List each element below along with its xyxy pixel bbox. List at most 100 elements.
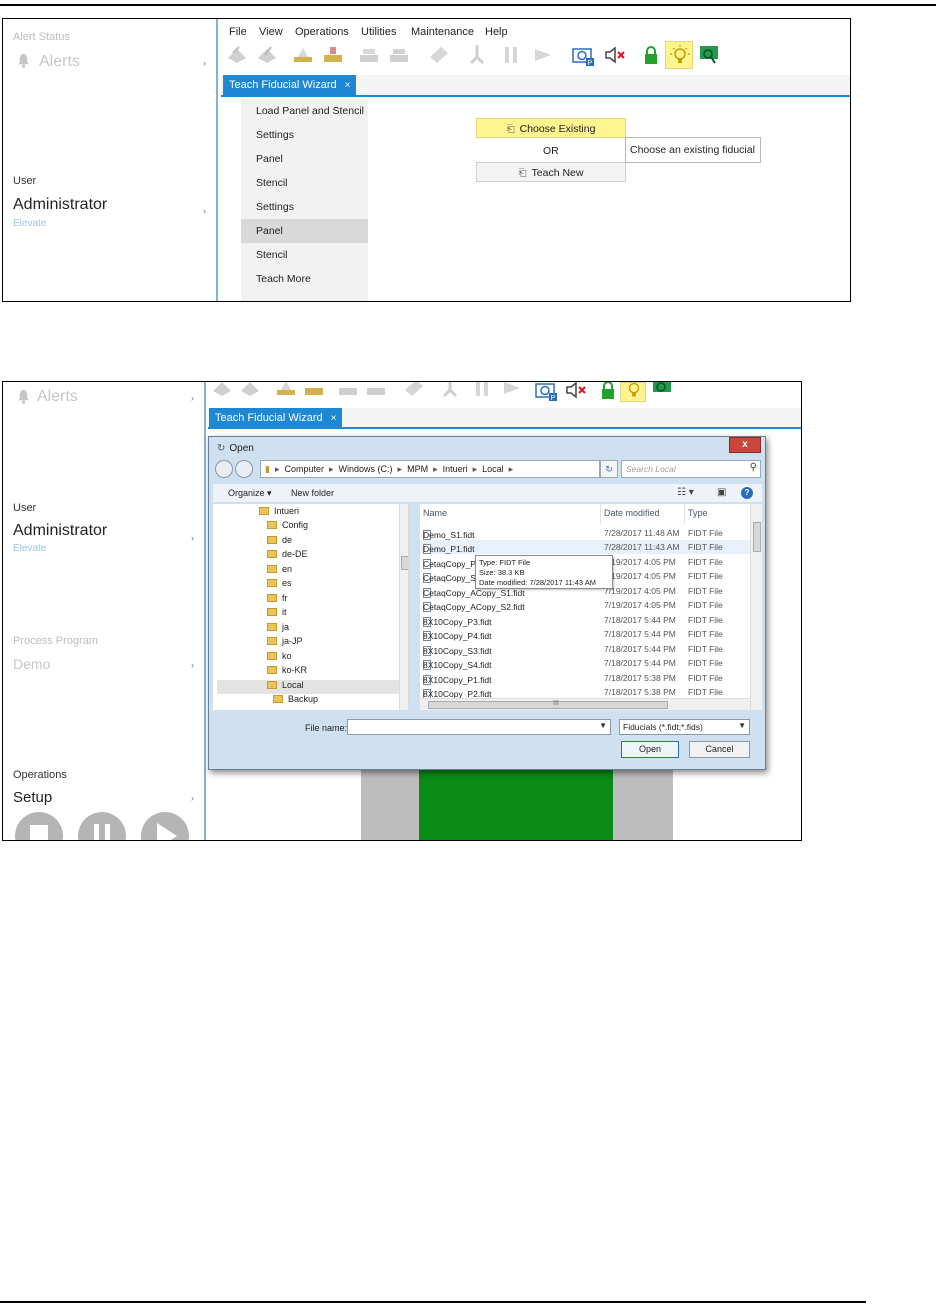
paste-icon[interactable] bbox=[427, 43, 451, 67]
file-row[interactable]: CetaqCopy_ACopy_S2.fidt 7/19/2017 4:05 PM… bbox=[420, 598, 750, 612]
open-button[interactable]: Open bbox=[621, 741, 679, 758]
new-folder-button[interactable]: New folder bbox=[291, 488, 334, 498]
tree-scrollbar[interactable] bbox=[399, 504, 408, 710]
preview-pane-icon[interactable]: ▣ bbox=[717, 487, 726, 498]
file-list-vertical-scrollbar[interactable] bbox=[750, 504, 762, 710]
menu-help[interactable]: Help bbox=[485, 26, 508, 38]
unload-board-icon[interactable] bbox=[238, 381, 262, 400]
organize-button[interactable]: Organize ▾ bbox=[228, 488, 272, 499]
path-segment[interactable]: MPM bbox=[407, 464, 428, 474]
search-input[interactable]: Search Local ⚲ bbox=[621, 460, 761, 478]
paste-icon[interactable] bbox=[402, 381, 426, 400]
dispense-icon[interactable] bbox=[465, 43, 489, 67]
tree-item[interactable]: it bbox=[267, 607, 287, 621]
lock-icon[interactable] bbox=[596, 381, 620, 402]
forward-arrow-icon[interactable] bbox=[235, 460, 253, 478]
file-row[interactable]: 8X10Copy_P3.fidt 7/18/2017 5:44 PM FIDT Fi… bbox=[420, 613, 750, 627]
view-options-icon[interactable]: ☷ ▾ bbox=[677, 487, 694, 498]
tree-item[interactable]: Config bbox=[267, 520, 308, 534]
path-segment[interactable]: Computer bbox=[284, 464, 324, 474]
wizard-step-selected[interactable]: Panel bbox=[241, 219, 368, 243]
file-row[interactable]: 8X10Copy_P1.fidt 7/18/2017 5:38 PM FIDT Fi… bbox=[420, 671, 750, 685]
chevron-down-icon[interactable]: ▼ bbox=[738, 721, 746, 730]
column-type[interactable]: Type bbox=[688, 508, 708, 522]
alerts-label[interactable]: Alerts bbox=[39, 53, 80, 71]
column-name[interactable]: Name bbox=[423, 508, 447, 522]
address-bar[interactable]: ▮ ▸ Computer ▸ Windows (C:) ▸ MPM ▸ Intueri ▸ Loca… bbox=[260, 460, 647, 478]
pause-icon[interactable] bbox=[78, 812, 126, 840]
path-segment[interactable]: Local bbox=[482, 464, 504, 474]
scroll-thumb[interactable] bbox=[401, 556, 408, 570]
file-row[interactable]: 8X10Copy_P2.fidt 7/18/2017 5:38 PM FIDT Fi… bbox=[420, 685, 750, 699]
file-list-horizontal-scrollbar[interactable]: III bbox=[420, 698, 750, 710]
menu-maintenance[interactable]: Maintenance bbox=[411, 26, 474, 38]
menu-file[interactable]: File bbox=[229, 26, 247, 38]
light-toggle[interactable] bbox=[665, 41, 693, 69]
stop-icon[interactable] bbox=[15, 812, 63, 840]
nozzle-icon[interactable] bbox=[500, 381, 524, 400]
file-row-hovered[interactable]: Demo_P1.fidt 7/28/2017 11:43 AM FIDT File bbox=[420, 540, 750, 554]
print-board-icon[interactable] bbox=[291, 43, 315, 67]
unload-board-icon[interactable] bbox=[255, 43, 279, 67]
tree-item[interactable]: ja-JP bbox=[267, 636, 303, 650]
wizard-step[interactable]: Stencil bbox=[241, 243, 368, 267]
tree-item[interactable]: ja bbox=[267, 622, 289, 636]
tab-teach-fiducial-wizard[interactable]: Teach Fiducial Wizard × bbox=[209, 408, 343, 429]
load-board-icon[interactable] bbox=[225, 43, 249, 67]
tab-teach-fiducial-wizard[interactable]: Teach Fiducial Wizard × bbox=[223, 75, 357, 97]
file-row[interactable]: 8X10Copy_S3.fidt 7/18/2017 5:44 PM FIDT Fi… bbox=[420, 642, 750, 656]
tooling-icon[interactable] bbox=[499, 43, 523, 67]
menu-view[interactable]: View bbox=[259, 26, 283, 38]
clean-icon[interactable] bbox=[387, 43, 411, 67]
file-row[interactable]: 8X10Copy_P4.fidt 7/18/2017 5:44 PM FIDT Fi… bbox=[420, 627, 750, 641]
refresh-icon[interactable]: ↻ bbox=[600, 460, 618, 478]
dispense-icon[interactable] bbox=[438, 381, 462, 400]
squeegee-icon[interactable] bbox=[336, 381, 360, 400]
file-type-filter[interactable]: Fiducials (*.fidt;*.fids) ▼ bbox=[619, 719, 750, 735]
file-name-input[interactable]: ▼ bbox=[347, 719, 611, 735]
clean-icon[interactable] bbox=[364, 381, 388, 400]
back-arrow-icon[interactable] bbox=[215, 460, 233, 478]
wizard-step[interactable]: Teach More bbox=[241, 267, 368, 291]
camera-icon[interactable]: P bbox=[571, 43, 595, 67]
path-segment[interactable]: Windows (C:) bbox=[339, 464, 393, 474]
stencil-icon[interactable] bbox=[302, 381, 326, 400]
chevron-down-icon[interactable]: ▼ bbox=[599, 721, 607, 730]
help-icon[interactable]: ? bbox=[741, 487, 753, 499]
light-toggle[interactable] bbox=[620, 382, 646, 402]
menu-utilities[interactable]: Utilities bbox=[361, 26, 396, 38]
tree-item[interactable]: Backup bbox=[273, 694, 318, 708]
chat-icon[interactable] bbox=[697, 43, 721, 67]
wizard-step[interactable]: Settings bbox=[241, 123, 368, 147]
close-icon[interactable]: × bbox=[345, 80, 351, 91]
user-name[interactable]: Administrator bbox=[13, 196, 107, 214]
tree-item[interactable]: es bbox=[267, 578, 292, 592]
tree-item[interactable]: en bbox=[267, 564, 292, 578]
column-date-modified[interactable]: Date modified bbox=[604, 508, 660, 522]
setup-label[interactable]: Setup bbox=[13, 789, 52, 806]
close-icon[interactable]: × bbox=[331, 413, 337, 424]
tree-item[interactable]: de bbox=[267, 535, 292, 549]
cancel-button[interactable]: Cancel bbox=[689, 741, 750, 758]
choose-existing-button[interactable]: ⎗ Choose Existing bbox=[476, 118, 626, 138]
stencil-icon[interactable] bbox=[321, 43, 345, 67]
mute-icon[interactable] bbox=[564, 381, 588, 402]
tree-item[interactable]: Intueri bbox=[259, 506, 299, 520]
scroll-thumb[interactable]: III bbox=[428, 700, 668, 709]
load-board-icon[interactable] bbox=[210, 381, 234, 400]
dialog-close-button[interactable]: x bbox=[729, 437, 761, 453]
wizard-step[interactable]: Stencil bbox=[241, 171, 368, 195]
tree-item-selected[interactable]: Local bbox=[217, 680, 399, 694]
column-divider[interactable] bbox=[684, 504, 685, 524]
column-divider[interactable] bbox=[600, 504, 601, 524]
mute-icon[interactable] bbox=[603, 43, 627, 67]
program-name[interactable]: Demo bbox=[13, 656, 50, 672]
teach-new-button[interactable]: ⎗ Teach New bbox=[476, 162, 626, 182]
tree-item[interactable]: de-DE bbox=[267, 549, 308, 563]
tree-item[interactable]: ko-KR bbox=[267, 665, 307, 679]
squeegee-icon[interactable] bbox=[357, 43, 381, 67]
wizard-step[interactable]: Load Panel and Stencil bbox=[241, 99, 368, 123]
lock-icon[interactable] bbox=[639, 43, 663, 67]
nozzle-icon[interactable] bbox=[531, 43, 555, 67]
file-row[interactable]: Demo_S1.fidt 7/28/2017 11:48 AM FIDT File bbox=[420, 526, 750, 540]
